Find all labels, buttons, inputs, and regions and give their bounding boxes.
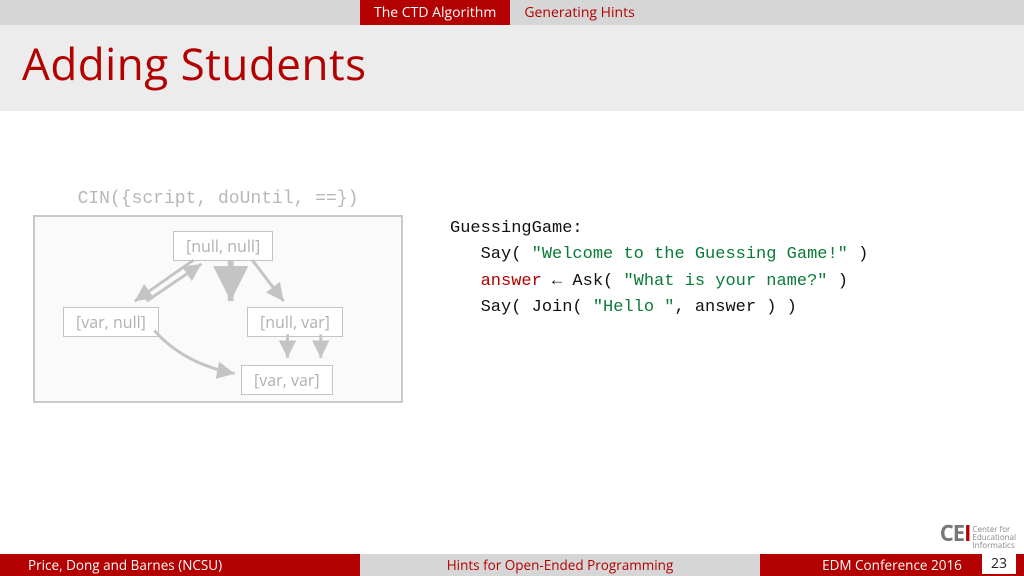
diagram-arrows [35, 217, 401, 401]
code-l2a: ← Ask( [542, 272, 624, 291]
code-l1a: Say( [481, 245, 532, 264]
page-number: 23 [982, 554, 1016, 574]
diagram-caption: CIN({script, doUntil, ==}) [33, 189, 403, 209]
code-block: GuessingGame: Say( "Welcome to the Guess… [450, 216, 868, 321]
slide-title: Adding Students [22, 33, 1002, 93]
code-l1b: ) [848, 245, 868, 264]
title-band: Adding Students [0, 25, 1024, 111]
code-l1-string: "Welcome to the Guessing Game!" [532, 245, 848, 264]
code-l2-kw: answer [481, 272, 542, 291]
tab-ctd-algorithm[interactable]: The CTD Algorithm [360, 0, 510, 25]
nav-spacer [0, 0, 360, 25]
code-l3-string: "Hello " [593, 298, 675, 317]
logo-ce: CE [940, 518, 964, 548]
logo-line3: Informatics [972, 540, 1014, 551]
cin-diagram: CIN({script, doUntil, ==}) [null, null] … [33, 189, 403, 403]
cei-logo: CEICenter forEducationalInformatics [940, 522, 1016, 550]
code-l3b: , answer ) ) [674, 298, 796, 317]
footer-authors: Price, Dong and Barnes (NCSU) [0, 554, 360, 576]
code-header: GuessingGame: [450, 219, 583, 238]
top-nav: The CTD Algorithm Generating Hints [0, 0, 1024, 25]
code-l3a: Say( Join( [481, 298, 593, 317]
logo-i: I [964, 518, 970, 548]
diagram-box: [null, null] [var, null] [null, var] [va… [33, 215, 403, 403]
code-l2-string: "What is your name?" [623, 272, 827, 291]
tab-generating-hints[interactable]: Generating Hints [510, 0, 648, 25]
footer-center: Hints for Open-Ended Programming [360, 554, 760, 576]
footer-bar: Price, Dong and Barnes (NCSU) Hints for … [0, 554, 1024, 576]
code-l2b: ) [828, 272, 848, 291]
